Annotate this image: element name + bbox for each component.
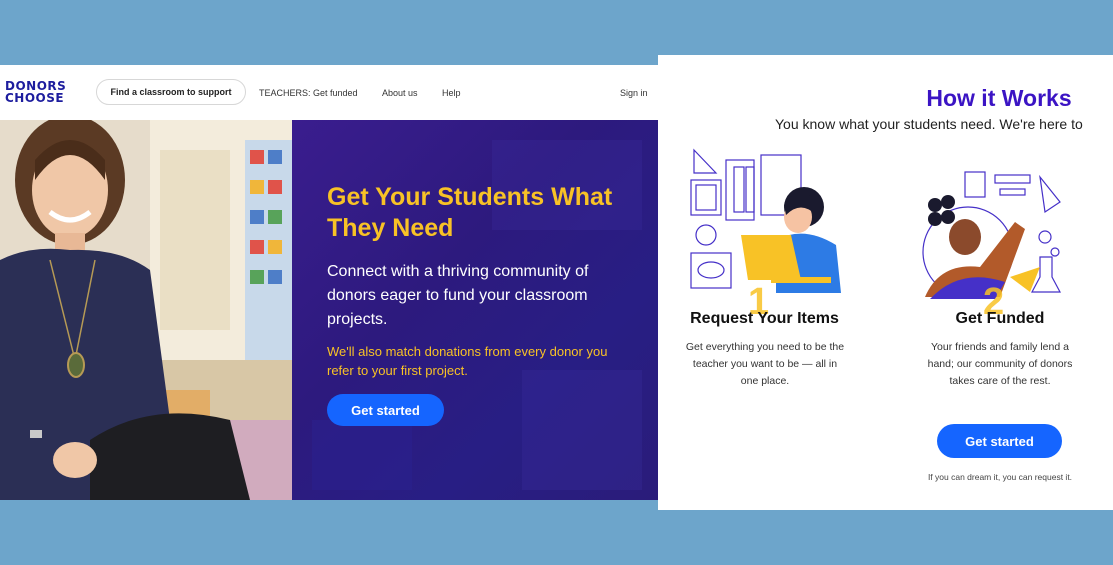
sign-in-link[interactable]: Sign in [620,88,648,98]
teacher-photo [0,120,292,500]
nav-help-link[interactable]: Help [442,88,461,98]
hero-panel: Get Your Students What They Need Connect… [292,120,658,500]
hero-get-started-button[interactable]: Get started [327,394,444,426]
step-2-description: Your friends and family lend a hand; our… [927,341,1073,387]
hero-title: Get Your Students What They Need [327,183,613,242]
homepage-panel: DONORS CHOOSE Find a classroom to suppor… [0,65,658,500]
how-it-works-title: How it Works [926,85,1072,111]
tagline: If you can dream it, you can request it. [927,472,1073,482]
donorschoose-logo[interactable]: DONORS CHOOSE [5,80,66,104]
hero-match-text: We'll also match donations from every do… [327,344,608,378]
request-items-illustration [686,145,846,295]
step-1-description: Get everything you need to be the teache… [685,341,845,387]
navbar: DONORS CHOOSE Find a classroom to suppor… [0,65,658,121]
how-it-works-subtitle: You know what your students need. We're … [775,116,1083,132]
logo-line2: CHOOSE [5,91,65,105]
step-1-title: Request Your Items [690,310,839,327]
nav-about-link[interactable]: About us [382,88,418,98]
how-get-started-button[interactable]: Get started [937,424,1062,458]
nav-teachers-link[interactable]: TEACHERS: Get funded [259,88,358,98]
step-2-title: Get Funded [955,310,1045,327]
find-classroom-button[interactable]: Find a classroom to support [96,79,246,105]
how-it-works-panel: How it Works You know what your students… [658,55,1113,510]
hero-subtitle: Connect with a thriving community of don… [327,263,589,328]
